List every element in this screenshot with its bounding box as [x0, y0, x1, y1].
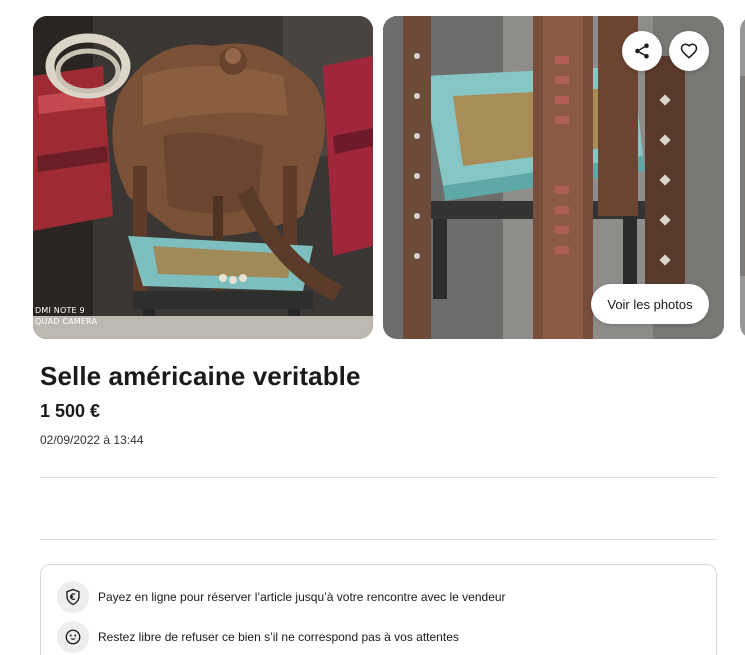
protection-item-refuse: Restez libre de refuser ce bien s’il ne …: [57, 621, 459, 653]
divider: [40, 477, 717, 478]
listing-title: Selle américaine veritable: [40, 361, 361, 391]
smile-icon: [57, 621, 89, 653]
saddle-photo: [33, 16, 373, 339]
protection-item-online-payment: Payez en ligne pour réserver l’article j…: [57, 581, 506, 613]
heart-icon: [680, 43, 698, 59]
buyer-protection-box: Payez en ligne pour réserver l’article j…: [40, 564, 717, 655]
favorite-button[interactable]: [669, 31, 709, 71]
watermark-line-1: DMI NOTE 9: [35, 306, 85, 315]
divider: [40, 539, 717, 540]
protection-text: Payez en ligne pour réserver l’article j…: [98, 590, 506, 604]
watermark-line-2: QUAD CAMERA: [35, 317, 98, 326]
see-photos-button[interactable]: Voir les photos: [591, 284, 709, 324]
camera-watermark: DMI NOTE 9 QUAD CAMERA: [35, 305, 97, 327]
share-icon: [635, 43, 649, 59]
protection-text: Restez libre de refuser ce bien s’il ne …: [98, 630, 459, 644]
listing-price: 1 500 €: [40, 401, 101, 421]
share-button[interactable]: [622, 31, 662, 71]
third-photo-preview[interactable]: [740, 16, 745, 339]
third-photo-image: [740, 16, 745, 339]
main-photo[interactable]: DMI NOTE 9 QUAD CAMERA: [33, 16, 373, 339]
euro-shield-icon: [57, 581, 89, 613]
listing-date: 02/09/2022 à 13:44: [40, 433, 144, 447]
